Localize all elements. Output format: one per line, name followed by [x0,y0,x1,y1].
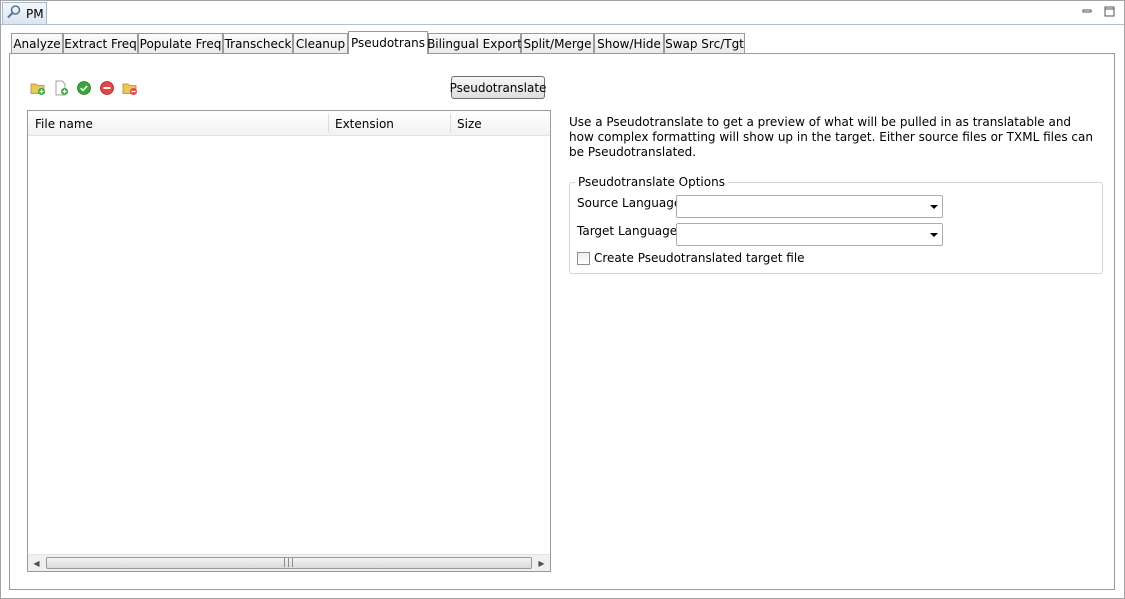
tab-analyze[interactable]: Analyze [11,33,63,54]
tab-bilingual-export[interactable]: Bilingual Export [427,33,522,54]
add-folder-icon[interactable] [30,80,46,96]
scrollbar-thumb[interactable]: ||| [46,557,532,569]
view-header-divider [1,24,1124,25]
pseudotranslate-description: Use a Pseudotranslate to get a preview o… [569,115,1093,159]
chevron-down-icon[interactable] [930,205,938,209]
tab-swap-src-tgt[interactable]: Swap Src/Tgt [664,33,745,54]
column-header-size[interactable]: Size [450,111,550,136]
tab-cleanup[interactable]: Cleanup [293,33,348,54]
scroll-left-arrow-icon[interactable]: ◀ [28,555,45,571]
tab-transcheck[interactable]: Transcheck [223,33,293,54]
grip-icon: ||| [282,557,296,568]
tab-split-merge[interactable]: Split/Merge [521,33,594,54]
add-file-icon[interactable] [53,80,69,96]
options-group-title: Pseudotranslate Options [575,175,728,189]
column-header-file-name[interactable]: File name [28,111,328,136]
pseudotranslate-button[interactable]: Pseudotranslate [450,76,546,99]
maximize-icon[interactable] [1103,5,1115,17]
horizontal-scrollbar[interactable]: ◀ ||| ▶ [28,554,550,571]
file-table[interactable]: File name Extension Size ◀ ||| ▶ [27,110,551,572]
pm-view-icon [6,4,22,23]
tab-pseudotrans[interactable]: Pseudotrans [348,31,428,54]
minimize-icon[interactable] [1081,5,1093,17]
remove-folder-icon[interactable] [122,80,138,96]
chevron-down-icon[interactable] [930,233,938,237]
source-language-select[interactable] [676,195,943,218]
scroll-right-arrow-icon[interactable]: ▶ [533,555,550,571]
tab-extract-freq[interactable]: Extract Freq [63,33,138,54]
tab-show-hide[interactable]: Show/Hide [594,33,664,54]
select-all-icon[interactable] [76,80,92,96]
remove-icon[interactable] [99,80,115,96]
create-target-checkbox[interactable] [577,252,590,265]
create-target-label[interactable]: Create Pseudotranslated target file [594,251,805,265]
view-title: PM [26,6,44,21]
target-language-label: Target Language: [577,224,682,238]
tab-populate-freq[interactable]: Populate Freq [138,33,223,54]
column-header-extension[interactable]: Extension [328,111,450,136]
target-language-select[interactable] [676,223,943,246]
source-language-label: Source Language: [577,196,686,210]
table-header: File name Extension Size [28,111,550,136]
view-tab-pm[interactable]: PM [2,2,47,24]
